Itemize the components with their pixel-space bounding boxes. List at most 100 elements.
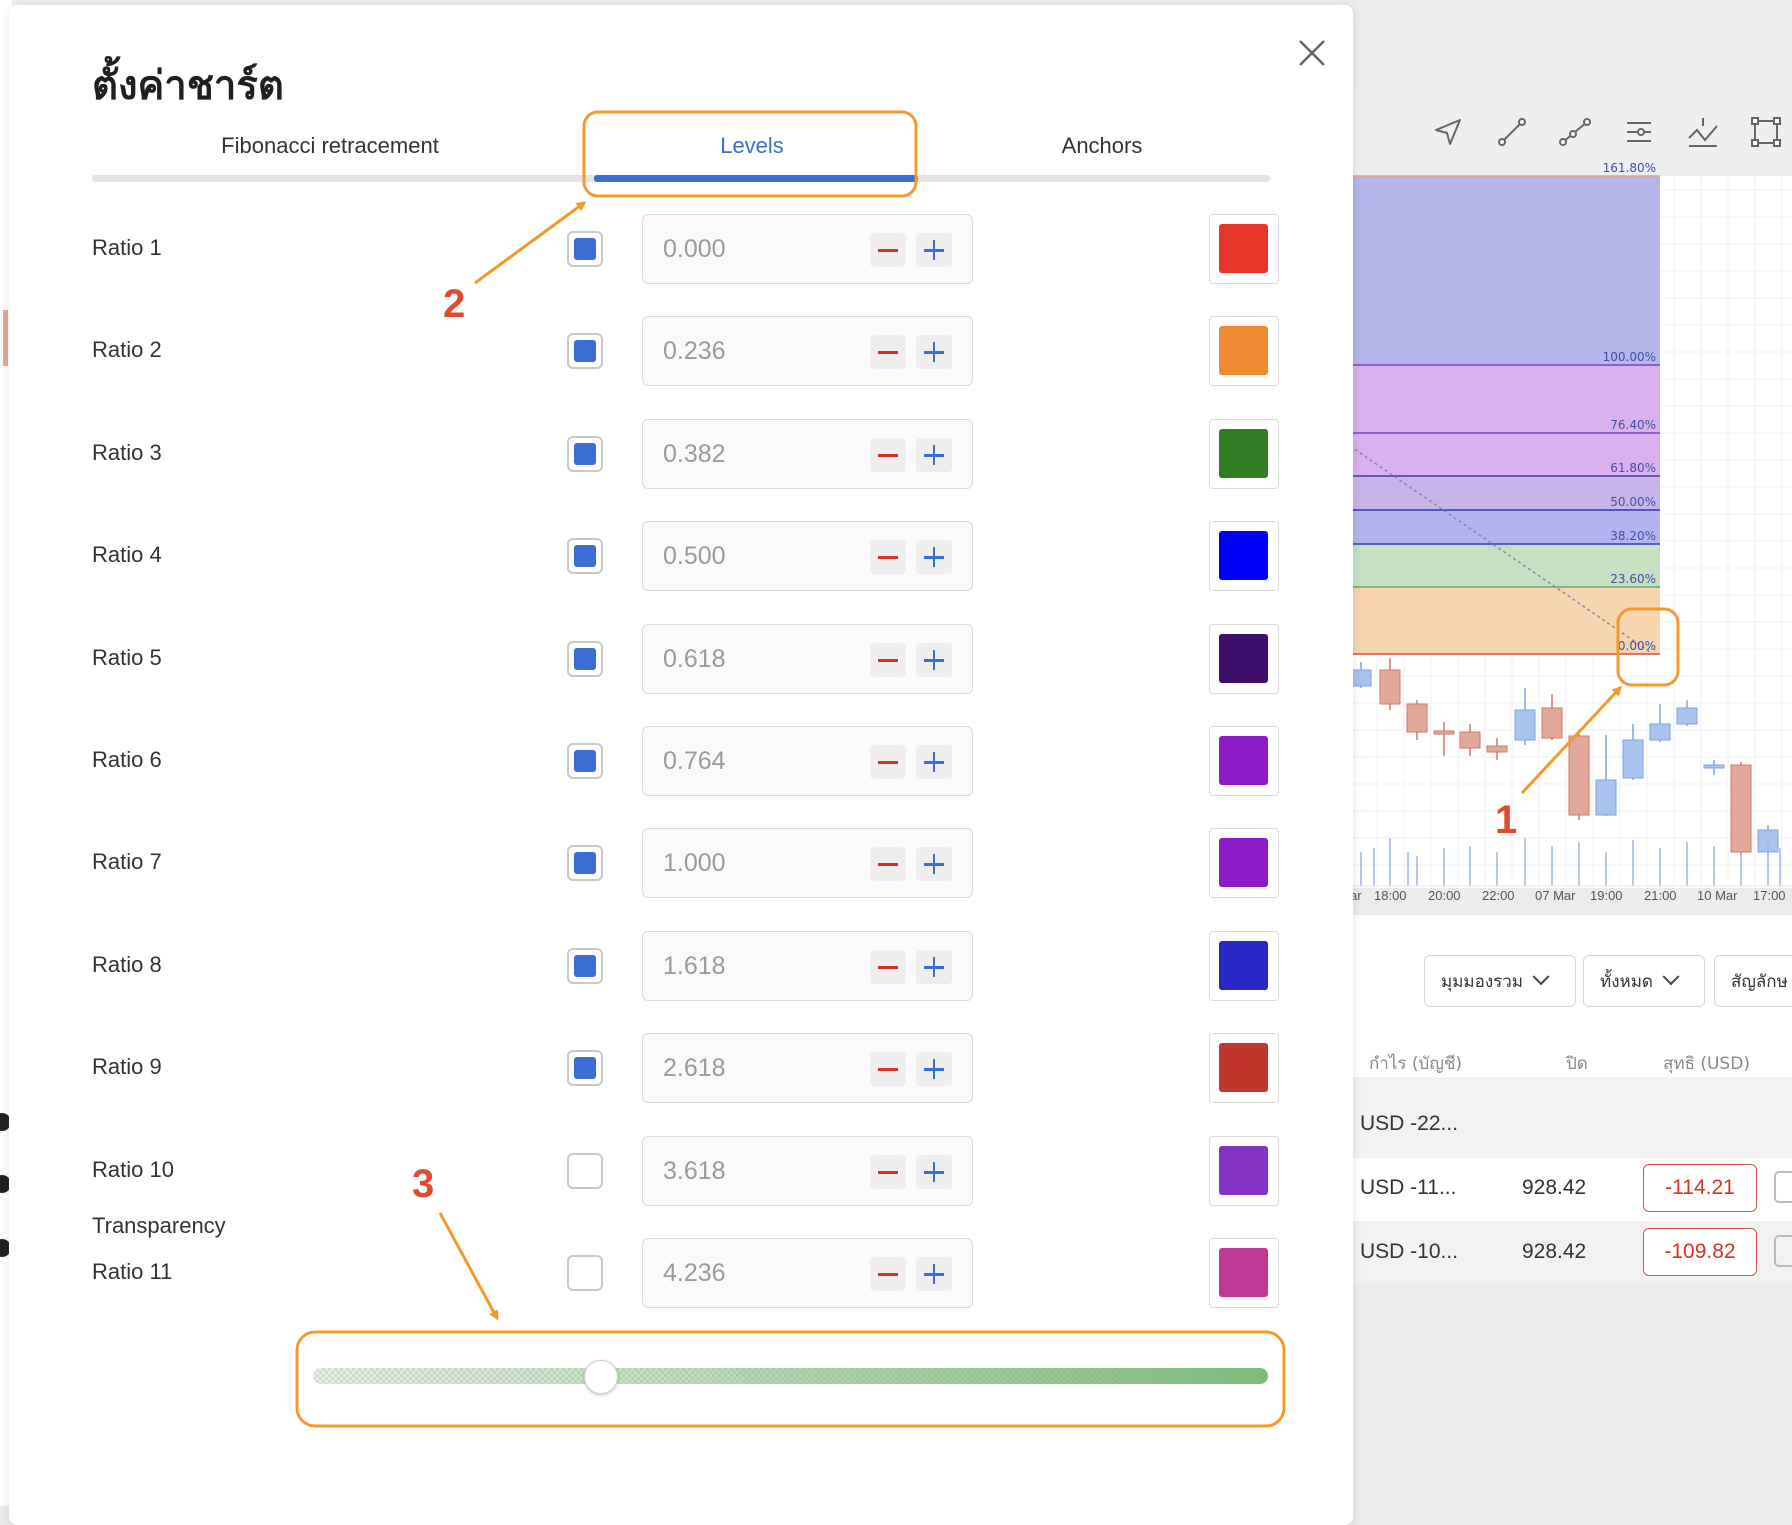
ratio-checkbox[interactable] [567,743,603,779]
ratio-value: 3.618 [663,1157,726,1185]
net-pnl-badge[interactable]: -109.82 [1643,1228,1757,1276]
ratio-color-swatch[interactable] [1209,726,1279,796]
ratio-value: 0.382 [663,440,726,468]
ratio-label: Ratio 9 [92,1054,162,1079]
checkbox-check-mark [574,238,596,260]
ratio-value: 0.618 [663,645,726,673]
swatch-color [1219,941,1268,990]
ratio-value-input[interactable]: 3.618 [642,1136,973,1206]
ratio-value: 0.236 [663,337,726,365]
ratio-value-input[interactable]: 0.236 [642,316,973,386]
ratio-label: Ratio 7 [92,849,162,874]
chevron-down-icon [1662,968,1680,986]
trend-line-icon[interactable] [1494,114,1530,150]
ratio-value-input[interactable]: 2.618 [642,1033,973,1103]
tab-levels[interactable]: Levels [720,133,784,159]
increment-button[interactable] [916,1155,952,1189]
fib-level-label: 161.80% [1602,161,1656,175]
ratio-value-input[interactable]: 4.236 [642,1238,973,1308]
decrement-button[interactable] [870,1052,906,1086]
candle-body [1568,735,1590,816]
symbol-filter-dropdown[interactable]: สัญลักษ [1714,955,1792,1007]
arrow-tool-icon[interactable] [1430,114,1466,150]
ratio-color-swatch[interactable] [1209,828,1279,898]
decrement-button[interactable] [870,335,906,369]
ratio-color-swatch[interactable] [1209,931,1279,1001]
candle-body [1379,669,1401,705]
ratio-color-swatch[interactable] [1209,316,1279,386]
decrement-button[interactable] [870,1257,906,1291]
decrement-button[interactable] [870,643,906,677]
chevron-down-icon [1532,968,1550,986]
ratio-color-swatch[interactable] [1209,1136,1279,1206]
swatch-color [1219,838,1268,887]
tab-anchors[interactable]: Anchors [1062,133,1143,159]
ratio-checkbox[interactable] [567,845,603,881]
ratio-value-input[interactable]: 0.000 [642,214,973,284]
ratio-value-input[interactable]: 0.500 [642,521,973,591]
ratio-color-swatch[interactable] [1209,419,1279,489]
transparency-slider-thumb[interactable] [583,1360,618,1394]
decrement-button[interactable] [870,233,906,267]
increment-button[interactable] [916,438,952,472]
ratio-checkbox[interactable] [567,948,603,984]
ratio-color-swatch[interactable] [1209,1033,1279,1103]
increment-button[interactable] [916,1257,952,1291]
decrement-button[interactable] [870,847,906,881]
fib-level-label: 38.20% [1610,529,1656,543]
candle-body [1622,739,1644,779]
tab-fibonacci-retracement[interactable]: Fibonacci retracement [221,133,439,159]
ratio-checkbox[interactable] [567,1153,603,1189]
ratio-value-input[interactable]: 0.382 [642,419,973,489]
view-filter-dropdown[interactable]: มุมมองรวม [1424,955,1576,1007]
decrement-button[interactable] [870,438,906,472]
ratio-value: 1.618 [663,952,726,980]
transparency-slider-track[interactable] [313,1368,1268,1384]
decrement-button[interactable] [870,745,906,779]
ratio-checkbox[interactable] [567,641,603,677]
ratio-value-input[interactable]: 1.618 [642,931,973,1001]
increment-button[interactable] [916,745,952,779]
decrement-button[interactable] [870,1155,906,1189]
increment-button[interactable] [916,1052,952,1086]
rectangle-tool-icon[interactable] [1748,114,1784,150]
close-icon[interactable] [1294,35,1330,71]
ratio-value-input[interactable]: 0.618 [642,624,973,694]
ratio-checkbox[interactable] [567,1050,603,1086]
ratio-checkbox[interactable] [567,538,603,574]
ratio-color-swatch[interactable] [1209,214,1279,284]
checkbox-check-mark [574,545,596,567]
increment-button[interactable] [916,643,952,677]
increment-button[interactable] [916,847,952,881]
decrement-button[interactable] [870,540,906,574]
ratio-color-swatch[interactable] [1209,1238,1279,1308]
polyline-icon[interactable] [1557,114,1593,150]
table-row-close: 928.42 [1522,1240,1587,1263]
ratio-color-swatch[interactable] [1209,521,1279,591]
table-row-profit: USD -10... [1360,1240,1459,1263]
all-filter-dropdown[interactable]: ทั้งหมด [1583,955,1705,1007]
time-axis-label: 10 Mar [1697,888,1738,903]
increment-button[interactable] [916,335,952,369]
fib-levels-icon[interactable] [1621,114,1657,150]
path-tool-icon[interactable] [1685,114,1721,150]
ratio-checkbox[interactable] [567,1255,603,1291]
ratio-value-input[interactable]: 1.000 [642,828,973,898]
increment-button[interactable] [916,540,952,574]
time-axis-label: 18:00 [1374,888,1407,903]
ratio-checkbox[interactable] [567,436,603,472]
ratio-checkbox[interactable] [567,231,603,267]
ratio-color-swatch[interactable] [1209,624,1279,694]
ratio-label: Ratio 6 [92,747,162,772]
ratio-checkbox[interactable] [567,333,603,369]
increment-button[interactable] [916,950,952,984]
ratio-value-input[interactable]: 0.764 [642,726,973,796]
ratio-label: Ratio 4 [92,542,162,567]
net-pnl-badge[interactable]: -114.21 [1643,1164,1757,1212]
candle-body [1703,764,1725,769]
table-row-profit: USD -11... [1360,1176,1457,1199]
col-header-profit: กำไร (บัญชี) [1369,1054,1463,1074]
decrement-button[interactable] [870,950,906,984]
col-header-close: ปิด [1566,1054,1588,1074]
increment-button[interactable] [916,233,952,267]
